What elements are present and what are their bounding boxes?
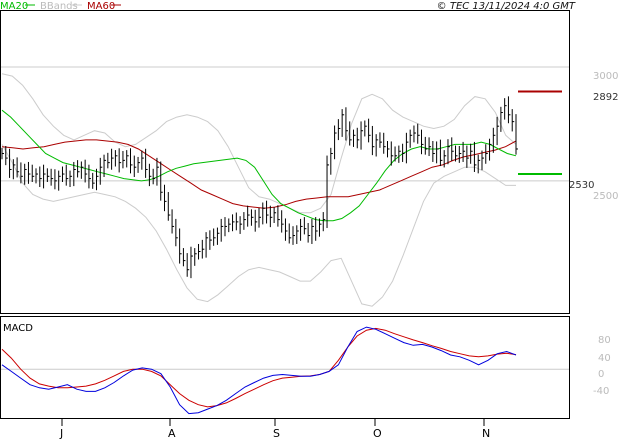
chart-canvas: MA20 BBands MA60 © TEC 13/11/2024 4:0 GM… — [0, 1, 618, 440]
month-axis: J A S O N — [59, 419, 490, 440]
macd-layer — [1, 326, 517, 415]
support-label: 2530 — [569, 180, 594, 191]
macd-tick-80: 80 — [598, 335, 611, 346]
legend-ma20-label: MA20 — [0, 1, 28, 12]
stock-chart: MA20 BBands MA60 © TEC 13/11/2024 4:0 GM… — [0, 0, 627, 440]
macd-title: MACD — [3, 323, 33, 334]
copyright-text: © TEC 13/11/2024 4:0 GMT — [437, 1, 576, 12]
month-label-a: A — [168, 427, 176, 440]
macd-tick-40: 40 — [598, 353, 611, 364]
macd-line — [1, 326, 517, 415]
month-label-j: J — [59, 427, 63, 440]
moving-averages-layer — [1, 109, 517, 222]
bbands-layer — [1, 73, 517, 307]
month-label-n: N — [482, 427, 490, 440]
price-tick-2500: 2500 — [593, 191, 618, 202]
price-tick-3000: 3000 — [593, 71, 618, 82]
legend-bbands-label: BBands — [40, 1, 78, 12]
resistance-label: 2892 — [593, 92, 618, 103]
month-label-s: S — [273, 427, 280, 440]
price-bars-layer — [1, 90, 562, 279]
bbands-upper-line — [1, 73, 517, 214]
legend-ma60-label: MA60 — [87, 1, 115, 12]
month-label-o: O — [373, 427, 382, 440]
macd-signal-line — [1, 327, 517, 408]
macd-tick-0: 0 — [598, 369, 604, 380]
macd-panel-frame — [0, 316, 570, 419]
grid-layer — [0, 66, 570, 370]
price-panel-frame — [0, 10, 570, 314]
macd-tick-neg40: -40 — [593, 386, 609, 397]
